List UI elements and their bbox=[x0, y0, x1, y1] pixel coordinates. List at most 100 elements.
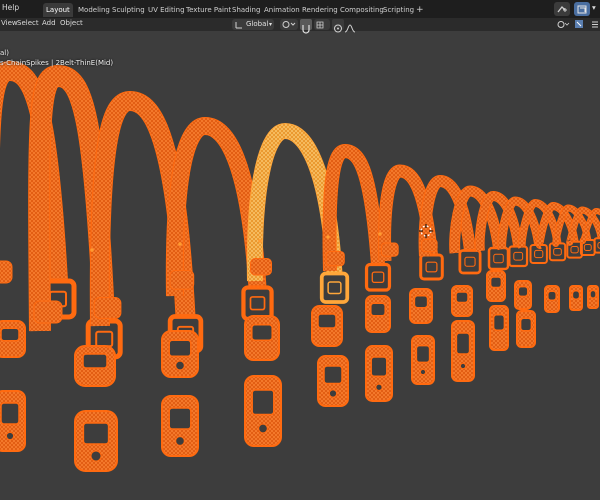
tab-animation[interactable]: Animation bbox=[261, 3, 303, 17]
belt-part-hole bbox=[251, 324, 273, 341]
rivet bbox=[175, 360, 185, 371]
belt-part-hole bbox=[0, 402, 20, 425]
viewport-header: View Select Add Object Global ▾ bbox=[0, 18, 600, 34]
render-icon[interactable] bbox=[556, 19, 570, 30]
pivot-dropdown[interactable] bbox=[280, 19, 298, 30]
object-menu[interactable]: Object bbox=[60, 19, 83, 27]
editor-icon[interactable] bbox=[590, 19, 600, 30]
rivet-plate bbox=[93, 297, 122, 319]
orientation-value: Global bbox=[246, 20, 269, 28]
buckle bbox=[508, 245, 529, 268]
workspace-bar: Help Layout Modeling Sculpting UV Editin… bbox=[0, 0, 600, 19]
3d-cursor-icon[interactable] bbox=[419, 224, 433, 238]
proportional-icon[interactable] bbox=[332, 19, 344, 33]
belt-part-hole bbox=[547, 290, 557, 302]
3d-viewport[interactable]: al) s-ChainSpikes | 2Belt-ThinE(Mid) bbox=[0, 31, 600, 500]
buckle-inner bbox=[534, 249, 544, 259]
chevron-down-icon[interactable]: ▾ bbox=[592, 3, 596, 12]
belt-part-hole bbox=[571, 290, 581, 300]
buckle-inner bbox=[513, 251, 524, 261]
buckle bbox=[241, 285, 274, 322]
origin-point bbox=[258, 239, 262, 243]
snap-icon[interactable] bbox=[300, 19, 312, 34]
belt-part-hole bbox=[370, 356, 388, 377]
rivet bbox=[258, 423, 268, 434]
belt-part-hole bbox=[168, 407, 192, 430]
buckle bbox=[319, 271, 350, 304]
scene-icon[interactable] bbox=[554, 2, 570, 16]
orientation-dropdown[interactable]: Global ▾ bbox=[232, 19, 274, 30]
belt-part-hole bbox=[455, 291, 469, 304]
buckle-inner bbox=[425, 261, 438, 273]
origin-point bbox=[90, 248, 94, 252]
tab-texture-paint[interactable]: Texture Paint bbox=[183, 3, 234, 17]
rivet bbox=[419, 368, 427, 376]
buckle bbox=[364, 262, 392, 292]
belt-part-hole bbox=[370, 302, 386, 317]
belt-part-hole bbox=[517, 285, 529, 298]
rivet-plate bbox=[325, 251, 345, 267]
rivet bbox=[375, 383, 383, 391]
orientation-icon bbox=[235, 22, 242, 29]
wireframe-scene bbox=[0, 60, 600, 472]
buckle-inner bbox=[327, 281, 342, 295]
chevron-down-icon: ▾ bbox=[268, 21, 272, 28]
help-menu[interactable]: Help bbox=[2, 3, 19, 12]
rivet-plate bbox=[421, 239, 438, 253]
belt-part-hole bbox=[415, 344, 431, 364]
falloff-icon[interactable] bbox=[344, 19, 356, 33]
add-menu[interactable]: Add bbox=[42, 19, 56, 27]
tab-shading[interactable]: Shading bbox=[229, 3, 263, 17]
tab-sculpting[interactable]: Sculpting bbox=[109, 3, 148, 17]
belt-part-hole bbox=[251, 389, 275, 416]
buckle-inner bbox=[570, 245, 579, 254]
rivet bbox=[5, 431, 15, 441]
rivet-plate bbox=[33, 300, 63, 324]
belt-part-hole bbox=[323, 365, 343, 385]
grid-icon bbox=[316, 21, 324, 29]
buckle bbox=[458, 249, 482, 275]
rivet bbox=[459, 362, 467, 370]
buckle-inner bbox=[583, 244, 592, 251]
belt-part-hole bbox=[489, 276, 503, 289]
origin-point bbox=[326, 235, 330, 239]
rivet bbox=[90, 450, 102, 462]
select-menu[interactable]: Select bbox=[17, 19, 39, 27]
tab-layout[interactable]: Layout bbox=[43, 3, 73, 17]
buckle-inner bbox=[95, 330, 114, 348]
rivet-plate bbox=[0, 260, 13, 284]
buckle-inner bbox=[493, 253, 504, 264]
rivet bbox=[328, 389, 338, 398]
belt-part-hole bbox=[82, 353, 108, 369]
buckle-inner bbox=[249, 296, 266, 311]
add-workspace-button[interactable]: + bbox=[413, 3, 427, 17]
buckle-inner bbox=[553, 247, 562, 256]
belt-part-hole bbox=[82, 422, 110, 445]
belt-part-hole bbox=[168, 339, 192, 358]
viewport-info-object: s-ChainSpikes | 2Belt-ThinE(Mid) bbox=[0, 59, 114, 67]
origin-point bbox=[378, 232, 382, 236]
view-layer-icon[interactable] bbox=[574, 2, 590, 16]
pivot-icon bbox=[282, 21, 296, 28]
tab-rendering[interactable]: Rendering bbox=[299, 3, 341, 17]
belt-part-hole bbox=[519, 317, 533, 332]
belt-part-hole bbox=[0, 327, 20, 342]
belt-part-hole bbox=[455, 332, 471, 355]
tab-uv-editing[interactable]: UV Editing bbox=[145, 3, 188, 17]
blender-window: Help Layout Modeling Sculpting UV Editin… bbox=[0, 0, 600, 500]
tab-modeling[interactable]: Modeling bbox=[75, 3, 113, 17]
belt-part-hole bbox=[492, 314, 506, 331]
belt-part-hole bbox=[317, 313, 337, 329]
rivet bbox=[175, 436, 185, 446]
rivet-plate bbox=[380, 242, 399, 257]
buckle bbox=[419, 253, 444, 281]
buckle-inner bbox=[464, 256, 476, 267]
buckle bbox=[487, 246, 510, 271]
tab-scripting[interactable]: Scripting bbox=[380, 3, 417, 17]
view-menu[interactable]: View bbox=[1, 19, 18, 27]
buckle bbox=[593, 237, 600, 254]
rivet-plate bbox=[250, 258, 272, 276]
snap-target-dropdown[interactable] bbox=[314, 19, 330, 30]
overlay-icon[interactable] bbox=[574, 19, 588, 30]
origin-point bbox=[178, 242, 182, 246]
